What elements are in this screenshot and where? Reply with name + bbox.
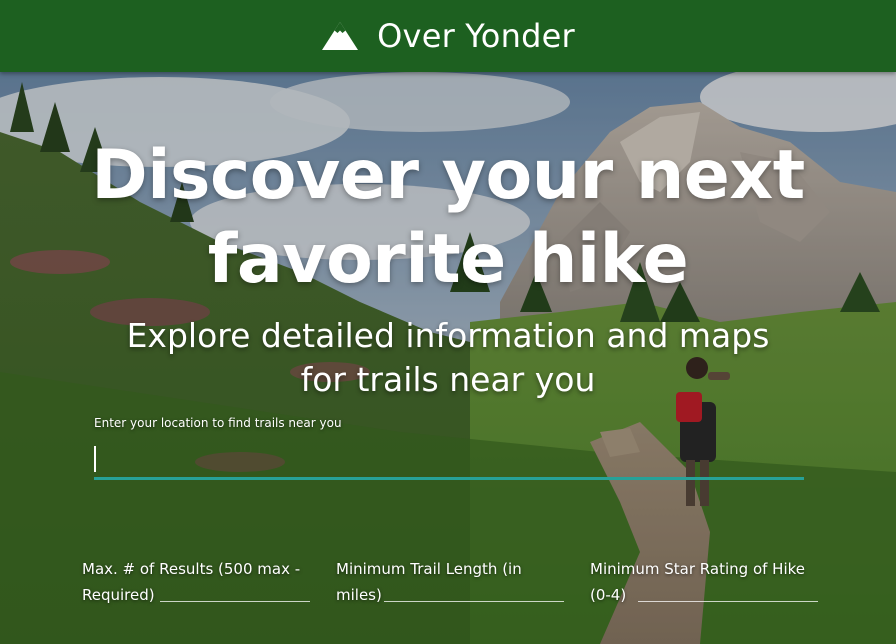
hero-headline: Discover your next favorite hike bbox=[0, 134, 896, 302]
top-navbar: Over Yonder bbox=[0, 0, 896, 72]
min-length-field[interactable]: Minimum Trail Length (in miles) bbox=[336, 556, 564, 608]
hero-subheadline-line2: for trails near you bbox=[300, 360, 596, 399]
location-field-group: Enter your location to find trails near … bbox=[94, 416, 804, 480]
text-caret bbox=[94, 446, 96, 472]
min-stars-label-line2: (0-4) bbox=[590, 586, 627, 604]
min-length-label-line1: Minimum Trail Length (in bbox=[336, 560, 522, 578]
hero-headline-line1: Discover your next bbox=[91, 136, 805, 215]
hero-subheadline: Explore detailed information and maps fo… bbox=[0, 314, 896, 402]
brand-name: Over Yonder bbox=[377, 17, 575, 55]
max-results-label-line2: Required) bbox=[82, 586, 155, 604]
brand-link[interactable]: Over Yonder bbox=[321, 17, 575, 55]
mountain-icon bbox=[322, 22, 359, 50]
hero-headline-line2: favorite hike bbox=[207, 220, 689, 299]
location-input[interactable] bbox=[94, 438, 804, 480]
max-results-label-line1: Max. # of Results (500 max - bbox=[82, 560, 301, 578]
hero-section: Discover your next favorite hike Explore… bbox=[0, 72, 896, 644]
location-label: Enter your location to find trails near … bbox=[94, 416, 342, 430]
min-length-label-line2: miles) bbox=[336, 586, 382, 604]
max-results-field[interactable]: Max. # of Results (500 max - Required) bbox=[82, 556, 310, 608]
min-length-underline bbox=[384, 601, 564, 602]
min-stars-label-line1: Minimum Star Rating of Hike bbox=[590, 560, 805, 578]
min-stars-underline bbox=[638, 601, 818, 602]
max-results-underline bbox=[160, 601, 310, 602]
landing-page: Over Yonder Discover your next favorite … bbox=[0, 0, 896, 644]
min-stars-field[interactable]: Minimum Star Rating of Hike (0-4) bbox=[590, 556, 818, 608]
hero-subheadline-line1: Explore detailed information and maps bbox=[126, 316, 770, 355]
